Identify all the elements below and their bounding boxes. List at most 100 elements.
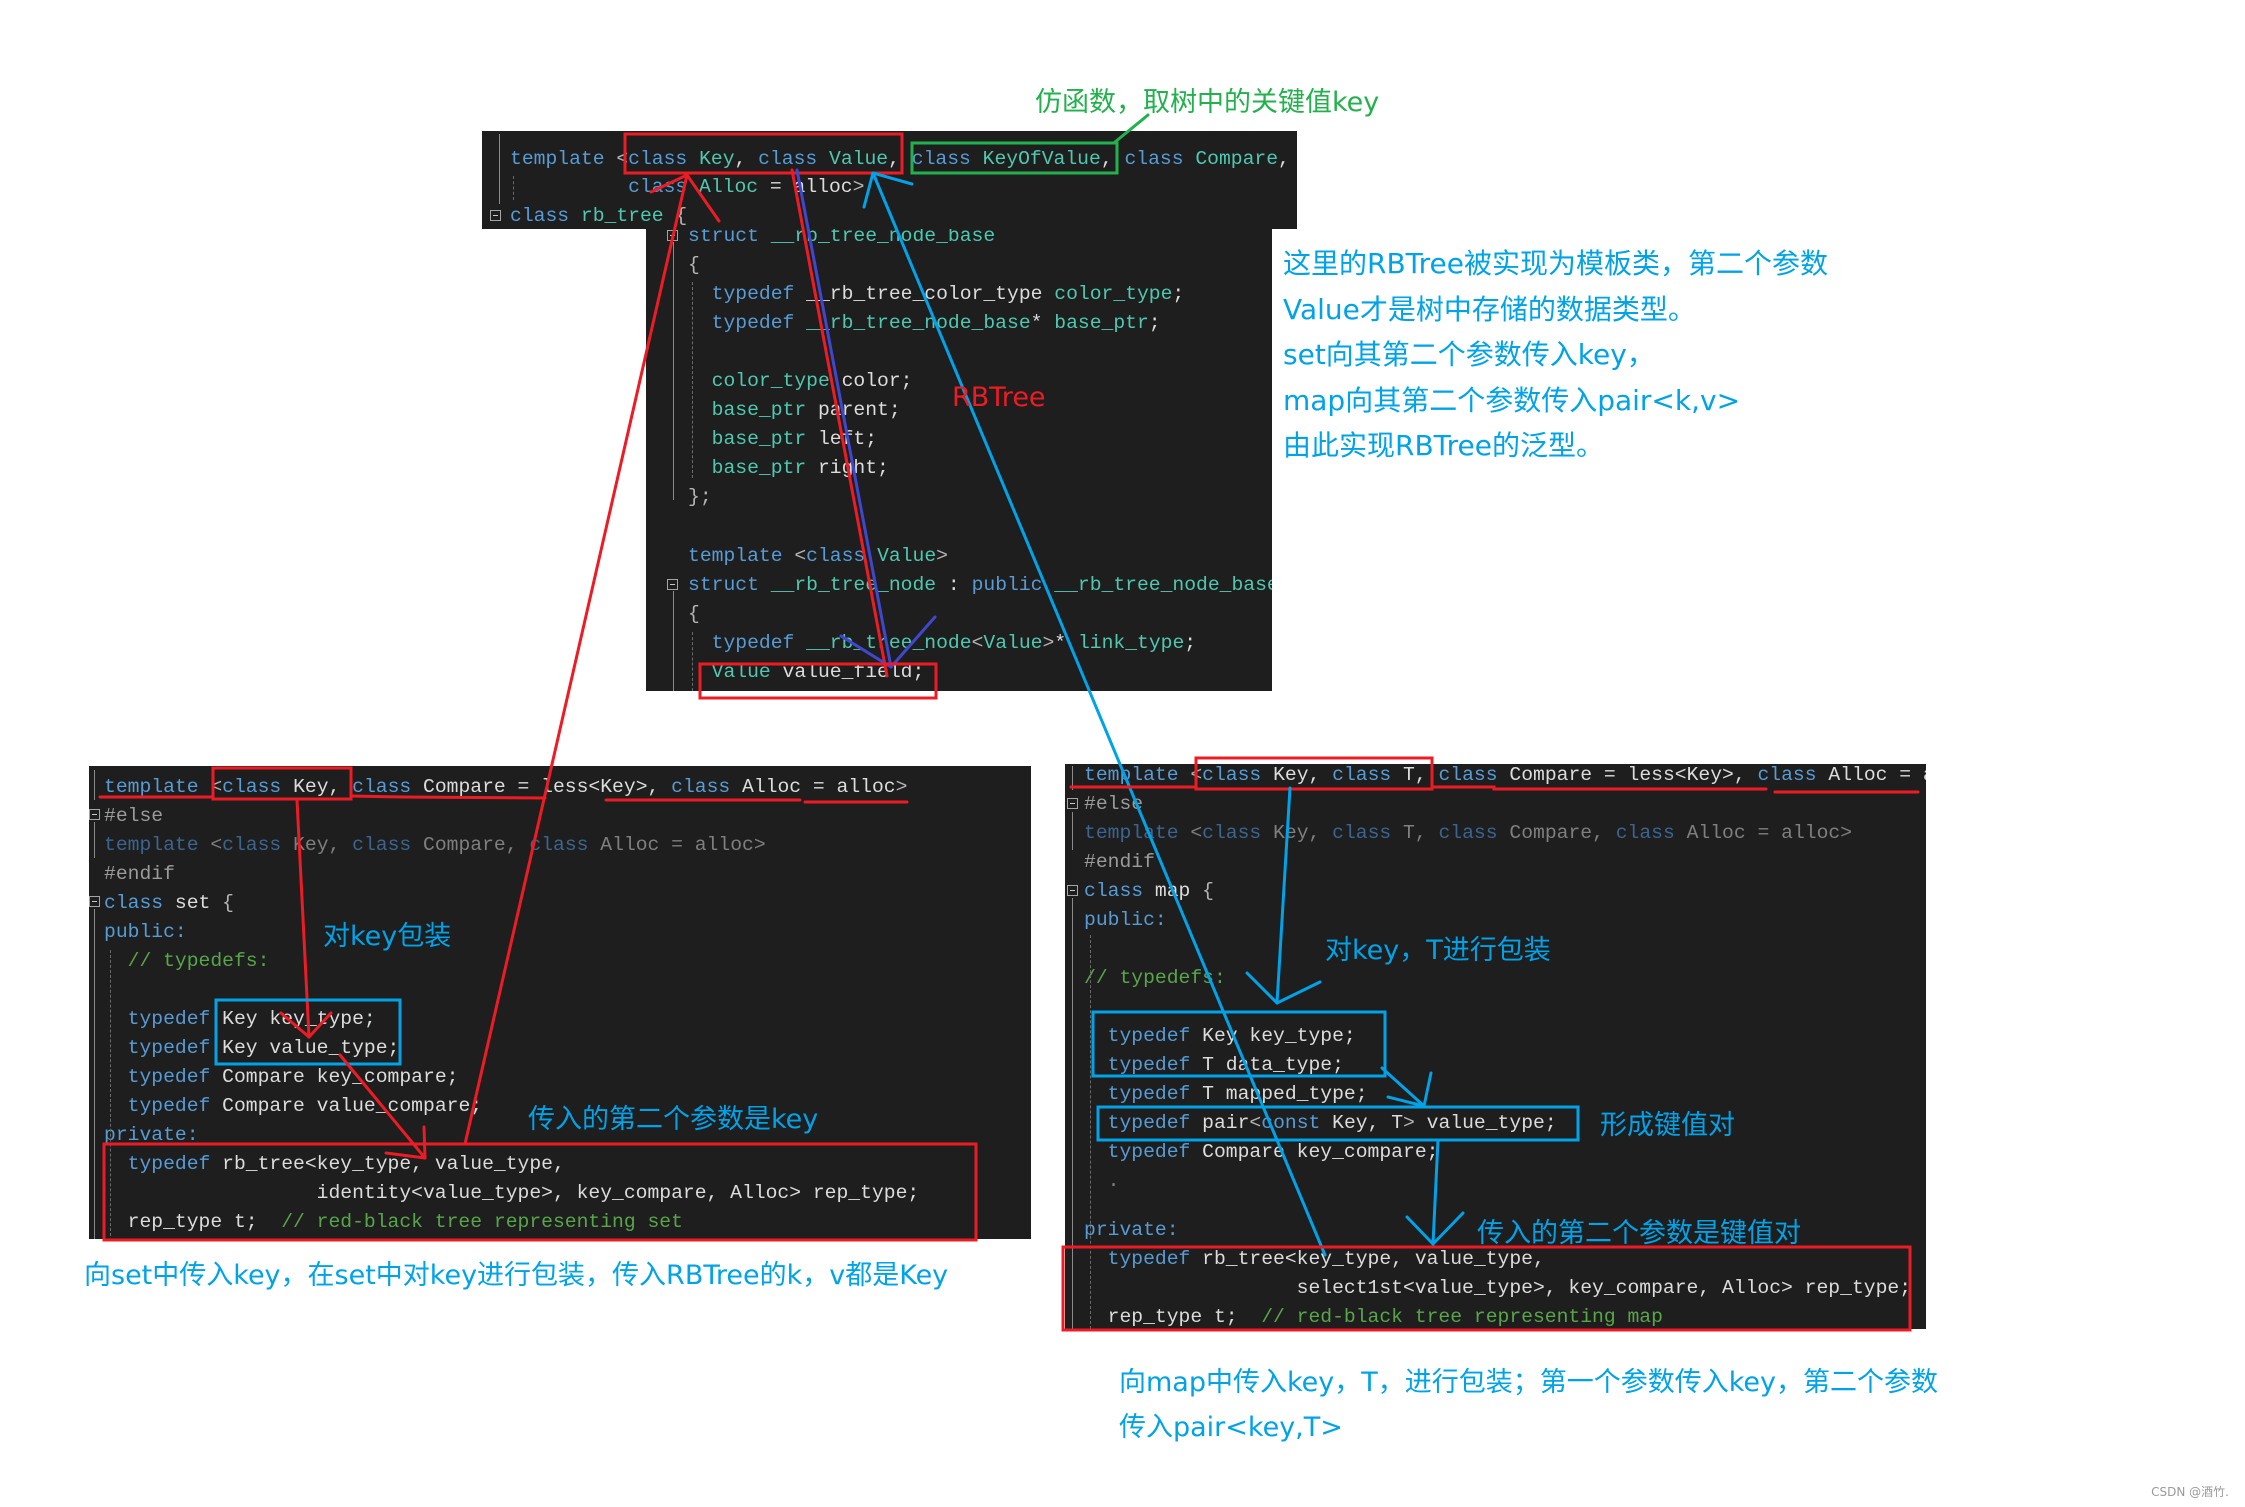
code-token: rep_type t;	[104, 1210, 282, 1233]
code-token: template	[104, 775, 211, 798]
code-token: rb_tree<key_type, value_type,	[222, 1152, 565, 1175]
code-line: typedef T mapped_type;	[1084, 1080, 1926, 1109]
code-token: typedef	[1084, 1082, 1203, 1105]
code-line: {	[688, 251, 1272, 280]
code-token: >	[852, 176, 865, 199]
code-token: {	[1190, 879, 1214, 902]
code-token: class	[352, 775, 424, 798]
code-token: class	[222, 833, 294, 856]
code-token: class	[1084, 879, 1155, 902]
code-line: base_ptr right;	[688, 454, 1272, 483]
code-token: // red-black tree representing set	[281, 1210, 683, 1233]
outline-guide	[94, 909, 95, 1239]
code-token: class	[1438, 821, 1510, 844]
code-line: #else	[104, 802, 1031, 831]
outline-guide	[1072, 898, 1073, 1329]
code-token: <	[210, 775, 223, 798]
code-token: typedef	[104, 1007, 223, 1030]
code-token: typedef	[688, 311, 807, 334]
code-token: template	[510, 147, 617, 170]
fold-collapse-icon[interactable]	[490, 210, 501, 221]
code-token: class	[1757, 764, 1829, 786]
code-line: template <class Key, class T, class Comp…	[1084, 764, 1926, 790]
code-token: Alloc = alloc	[1828, 764, 1926, 786]
code-token: typedef	[1084, 1140, 1203, 1163]
note-line: Value才是树中存储的数据类型。	[1283, 292, 1696, 326]
code-token: class	[1332, 821, 1404, 844]
code-token: struct	[688, 573, 771, 596]
code-line: public:	[1084, 906, 1926, 935]
code-token: #else	[104, 804, 164, 827]
code-token: select1st<value_type>, key_compare, Allo…	[1084, 1276, 1912, 1299]
code-token: __rb_tree_node_base	[1054, 573, 1272, 596]
code-line: typedef rb_tree<key_type, value_type,	[104, 1150, 1031, 1179]
code-token: >	[936, 544, 948, 567]
code-token: public:	[104, 920, 187, 943]
fold-collapse-icon[interactable]	[667, 579, 678, 590]
code-token: public	[971, 573, 1055, 596]
code-token: class	[222, 775, 294, 798]
indent-guide	[1090, 935, 1091, 1329]
code-token: <	[794, 544, 807, 567]
code-token: typedef	[1084, 1053, 1203, 1076]
code-token: <	[1249, 1111, 1262, 1134]
code-token: typedef	[688, 282, 807, 305]
code-line: rep_type t; // red-black tree representi…	[1084, 1303, 1926, 1330]
code-line: public:	[104, 918, 1031, 947]
set-wrap-key-note: 对key包装	[323, 921, 452, 952]
code-line: template <class Key, class Compare, clas…	[104, 831, 1031, 860]
code-token: private:	[104, 1123, 199, 1146]
code-token: ;	[1184, 631, 1197, 654]
code-token: __rb_tree_color_type	[806, 282, 1055, 305]
code-line: typedef Key value_type;	[104, 1034, 1031, 1063]
code-token: #else	[1084, 792, 1144, 815]
fold-collapse-icon[interactable]	[1067, 798, 1078, 809]
code-token: class	[1202, 764, 1274, 786]
set-caption: 向set中传入key，在set中对key进行包装，传入RBTree的k，v都是K…	[84, 1260, 949, 1291]
fold-collapse-icon[interactable]	[667, 230, 678, 241]
code-token: typedef	[104, 1036, 223, 1059]
code-token: Alloc = alloc>	[600, 833, 766, 856]
code-token: set	[174, 891, 211, 914]
code-token: class	[352, 833, 424, 856]
code-token: Key,	[293, 833, 353, 856]
code-token: link_type	[1077, 631, 1185, 654]
code-token: class	[1202, 821, 1274, 844]
code-token: <	[1190, 821, 1203, 844]
code-token: Key key_type;	[1202, 1024, 1356, 1047]
code-line: struct __rb_tree_node : public __rb_tree…	[688, 571, 1272, 600]
fold-collapse-icon[interactable]	[1067, 885, 1078, 896]
code-token: template	[1084, 821, 1191, 844]
code-line: };	[688, 483, 1272, 512]
code-line: template <class Value>	[688, 542, 1272, 571]
code-token: <	[1190, 764, 1203, 786]
code-token: KeyOfValue	[982, 147, 1101, 170]
rbtree-label: RBTree	[952, 382, 1046, 413]
code-token: = alloc	[758, 176, 853, 199]
code-line: class map {	[1084, 877, 1926, 906]
generic-template-note: 这里的RBTree被实现为模板类，第二个参数 Value才是树中存储的数据类型。…	[1283, 241, 1828, 469]
note-line: 由此实现RBTree的泛型。	[1283, 429, 1605, 462]
map-caption: 向map中传入key，T，进行包装；第一个参数传入key，第二个参数 传入pai…	[1119, 1360, 1938, 1450]
code-token: Key	[699, 147, 735, 170]
outline-guide	[1072, 812, 1073, 850]
fold-collapse-icon[interactable]	[89, 809, 100, 820]
code-line: base_ptr left;	[688, 425, 1272, 454]
code-token: Key, T	[1332, 1111, 1404, 1134]
code-token: // typedefs:	[1084, 966, 1226, 989]
code-token: Compare value_compare;	[222, 1094, 483, 1117]
outline-guide	[673, 591, 674, 691]
code-token: ,	[888, 147, 912, 170]
code-token: base_ptr	[688, 428, 807, 451]
code-token: *	[1030, 311, 1055, 334]
code-token: Key,	[1273, 764, 1333, 786]
caption-line: 向map中传入key，T，进行包装；第一个参数传入key，第二个参数	[1119, 1367, 1939, 1398]
code-token: T,	[1403, 764, 1439, 786]
code-line: typedef T data_type;	[1084, 1051, 1926, 1080]
code-token: >	[895, 775, 908, 798]
fold-collapse-icon[interactable]	[89, 896, 100, 907]
code-token: class	[1615, 821, 1687, 844]
map-pair-note: 形成键值对	[1600, 1110, 1735, 1141]
